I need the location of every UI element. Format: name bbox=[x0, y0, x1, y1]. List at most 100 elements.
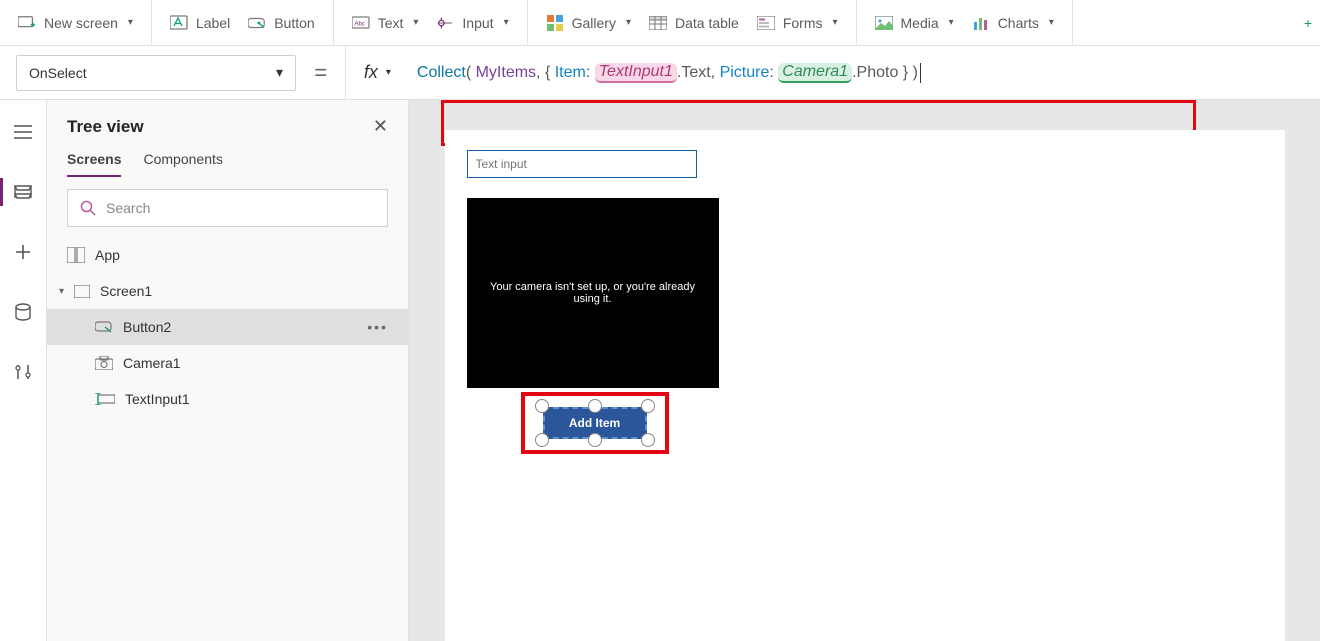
text-icon: Abc bbox=[352, 14, 370, 32]
tab-screens[interactable]: Screens bbox=[67, 151, 121, 177]
label-icon bbox=[170, 14, 188, 32]
charts-icon bbox=[972, 14, 990, 32]
formula-token-collection: MyItems bbox=[476, 64, 536, 82]
resize-handle[interactable] bbox=[535, 399, 549, 413]
media-button[interactable]: Media ▾ bbox=[875, 14, 954, 32]
more-icon[interactable]: ••• bbox=[367, 319, 388, 335]
resize-handle[interactable] bbox=[641, 433, 655, 447]
close-icon[interactable]: ✕ bbox=[373, 116, 388, 137]
button-caption: Add Item bbox=[569, 416, 620, 430]
main-area: Tree view ✕ Screens Components Search Ap… bbox=[0, 100, 1320, 641]
camera-icon bbox=[95, 356, 113, 370]
canvas-camera[interactable]: Your camera isn't set up, or you're alre… bbox=[467, 198, 719, 388]
search-icon bbox=[80, 200, 96, 216]
chevron-down-icon: ▾ bbox=[59, 286, 64, 297]
button-icon bbox=[248, 14, 266, 32]
input-btn-text: Input bbox=[462, 15, 493, 31]
text-button[interactable]: Abc Text ▾ bbox=[352, 14, 419, 32]
camera-message: Your camera isn't set up, or you're alre… bbox=[477, 281, 709, 305]
button-button[interactable]: Button bbox=[248, 14, 314, 32]
formula-token-func: Collect bbox=[417, 64, 466, 82]
tree-node-button2[interactable]: Button2 ••• bbox=[47, 309, 408, 345]
annotation-highlight-button: Add Item bbox=[521, 392, 669, 454]
chevron-down-icon: ▾ bbox=[1049, 17, 1054, 28]
canvas-text-input[interactable] bbox=[467, 150, 697, 178]
rail-tree-view[interactable] bbox=[0, 172, 47, 212]
button-icon bbox=[95, 320, 113, 334]
screen-plus-icon bbox=[18, 14, 36, 32]
tree-node-label: App bbox=[95, 247, 120, 263]
gallery-icon bbox=[546, 14, 564, 32]
search-placeholder: Search bbox=[106, 200, 150, 216]
new-screen-label: New screen bbox=[44, 15, 118, 31]
forms-button[interactable]: Forms ▾ bbox=[757, 14, 838, 32]
chevron-down-icon: ▾ bbox=[386, 67, 391, 78]
top-toolbar: New screen ▾ Label Button Abc Text ▾ bbox=[0, 0, 1320, 46]
chevron-down-icon: ▾ bbox=[128, 17, 133, 28]
forms-icon bbox=[757, 14, 775, 32]
datatable-button[interactable]: Data table bbox=[649, 14, 739, 32]
chevron-down-icon: ▾ bbox=[413, 17, 418, 28]
left-rail bbox=[0, 100, 47, 641]
chevron-down-icon: ▾ bbox=[626, 17, 631, 28]
resize-handle[interactable] bbox=[588, 399, 602, 413]
rail-hamburger[interactable] bbox=[0, 112, 47, 152]
textinput-icon bbox=[95, 393, 115, 405]
tree-node-textinput1[interactable]: TextInput1 bbox=[47, 381, 408, 417]
canvas-area: Your camera isn't set up, or you're alre… bbox=[409, 100, 1320, 641]
svg-text:Abc: Abc bbox=[354, 21, 364, 27]
charts-button[interactable]: Charts ▾ bbox=[972, 14, 1054, 32]
tree-node-camera1[interactable]: Camera1 bbox=[47, 345, 408, 381]
app-icon bbox=[67, 247, 85, 263]
gallery-btn-text: Gallery bbox=[572, 15, 616, 31]
text-btn-text: Text bbox=[378, 15, 404, 31]
datatable-icon bbox=[649, 14, 667, 32]
chevron-down-icon: ▾ bbox=[504, 17, 509, 28]
tree-node-label: Button2 bbox=[123, 319, 171, 335]
charts-btn-text: Charts bbox=[998, 15, 1039, 31]
rail-tools[interactable] bbox=[0, 352, 47, 392]
media-icon bbox=[875, 14, 893, 32]
resize-handle[interactable] bbox=[535, 433, 549, 447]
chevron-down-icon: ▾ bbox=[832, 17, 837, 28]
label-button[interactable]: Label bbox=[170, 14, 230, 32]
input-button[interactable]: Input ▾ bbox=[436, 14, 508, 32]
rail-data[interactable] bbox=[0, 292, 47, 332]
text-cursor bbox=[920, 63, 921, 83]
formula-input[interactable]: Collect( MyItems, { Item: TextInput1.Tex… bbox=[403, 54, 1290, 92]
resize-handle[interactable] bbox=[641, 399, 655, 413]
formula-token-textinput1: TextInput1 bbox=[595, 63, 677, 83]
forms-btn-text: Forms bbox=[783, 15, 823, 31]
label-btn-text: Label bbox=[196, 15, 230, 31]
fx-button[interactable]: fx ▾ bbox=[345, 46, 391, 99]
tree-view-title: Tree view bbox=[67, 117, 144, 137]
tree-search-input[interactable]: Search bbox=[67, 189, 388, 227]
tree-node-app[interactable]: App bbox=[47, 237, 408, 273]
tree-node-screen1[interactable]: ▾ Screen1 bbox=[47, 273, 408, 309]
property-name: OnSelect bbox=[29, 65, 87, 81]
rail-insert[interactable] bbox=[0, 232, 47, 272]
fx-icon: fx bbox=[364, 62, 382, 83]
screen-icon bbox=[74, 285, 90, 298]
tree-node-label: TextInput1 bbox=[125, 391, 190, 407]
tree-view-panel: Tree view ✕ Screens Components Search Ap… bbox=[47, 100, 409, 641]
button-btn-text: Button bbox=[274, 15, 314, 31]
formula-bar: OnSelect ▾ = fx ▾ Collect( MyItems, { It… bbox=[0, 46, 1320, 100]
property-selector[interactable]: OnSelect ▾ bbox=[16, 55, 296, 91]
formula-token-camera1: Camera1 bbox=[778, 63, 852, 83]
tree-node-label: Camera1 bbox=[123, 355, 181, 371]
canvas-button-selection[interactable]: Add Item bbox=[543, 407, 647, 439]
chevron-down-icon: ▾ bbox=[949, 17, 954, 28]
datatable-btn-text: Data table bbox=[675, 15, 739, 31]
tab-components[interactable]: Components bbox=[143, 151, 222, 177]
chevron-down-icon: ▾ bbox=[276, 64, 283, 81]
equals-sign: = bbox=[308, 60, 333, 86]
gallery-button[interactable]: Gallery ▾ bbox=[546, 14, 631, 32]
resize-handle[interactable] bbox=[588, 433, 602, 447]
input-icon bbox=[436, 14, 454, 32]
new-screen-button[interactable]: New screen ▾ bbox=[18, 14, 133, 32]
tree-node-label: Screen1 bbox=[100, 283, 152, 299]
design-canvas[interactable]: Your camera isn't set up, or you're alre… bbox=[445, 130, 1285, 641]
media-btn-text: Media bbox=[901, 15, 939, 31]
overflow-icon[interactable]: + bbox=[1304, 15, 1312, 31]
